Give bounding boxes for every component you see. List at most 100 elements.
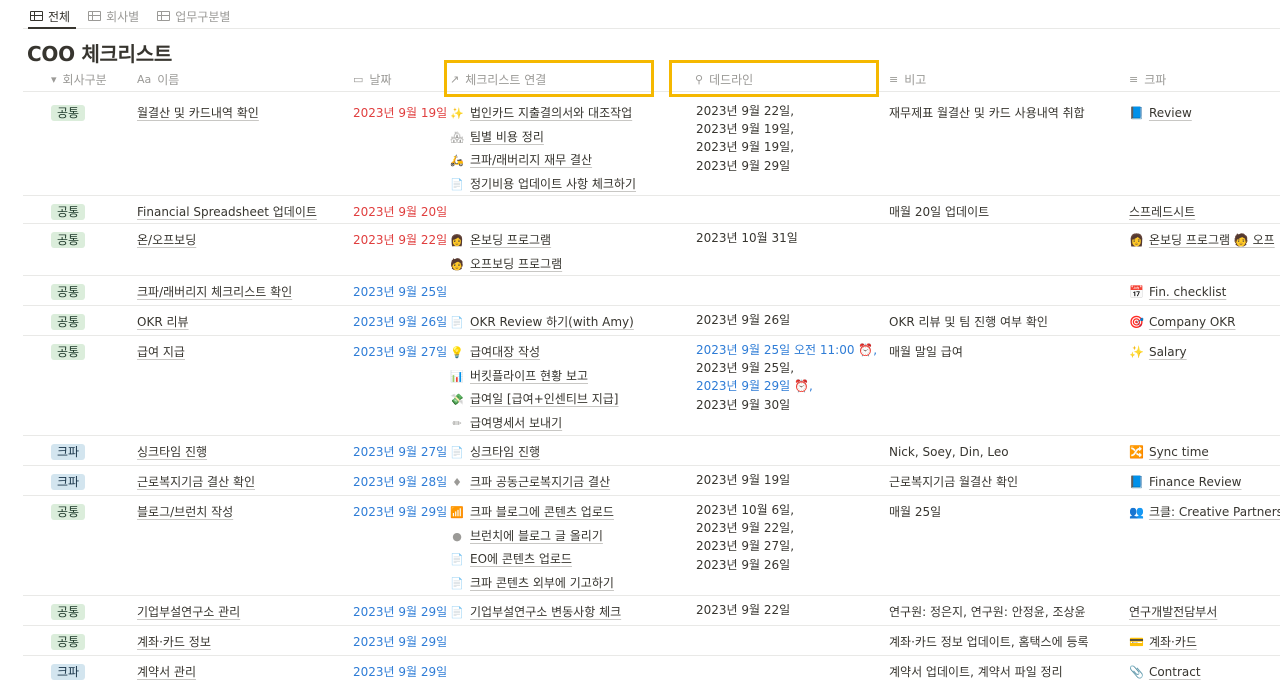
cell-kpa[interactable]: 👥 크클: Creative Partners W [1129,501,1280,525]
checklist-link-text[interactable]: EO에 콘텐츠 업로드 [470,548,572,572]
cell-name[interactable]: 기업부설연구소 관리 [137,601,240,625]
cell-name[interactable]: Financial Spreadsheet 업데이트 [137,201,317,225]
checklist-link[interactable]: ♦ 크파 공동근로복지기금 결산 [450,471,610,495]
checklist-link[interactable]: 🧑 오프보딩 프로그램 [450,253,562,277]
checklist-link[interactable]: 👩 온보딩 프로그램 [450,229,562,253]
cell-kpa[interactable]: 📘 Finance Review [1129,471,1242,495]
cell-kpa[interactable]: 📎 Contract [1129,661,1201,680]
cell-kpa[interactable]: 🎯 Company OKR [1129,311,1236,335]
checklist-link[interactable]: 💸 급여일 [급여+인센티브 지급] [450,388,619,412]
checklist-link-text[interactable]: 크파 콘텐츠 외부에 기고하기 [470,572,614,596]
row-title[interactable]: 월결산 및 카드내역 확인 [137,106,259,120]
cell-kpa[interactable]: 🔀 Sync time [1129,441,1209,465]
row-title[interactable]: 계좌·카드 정보 [137,635,211,649]
row-title[interactable]: 기업부설연구소 관리 [137,605,240,619]
cell-kpa[interactable]: 📅 Fin. checklist [1129,281,1226,305]
table-row[interactable]: 공통 온/오프보딩 2023년 9월 22일 👩 온보딩 프로그램 🧑 오프보딩 프로그램 2… [23,224,1280,276]
column-header-note[interactable]: ≡ 비고 [889,71,926,88]
table-row[interactable]: 공통 급여 지급 2023년 9월 27일 💡 급여대장 작성 📊 버킷플라이프 현황 보고… [23,336,1280,436]
cell-name[interactable]: 계좌·카드 정보 [137,631,211,655]
checklist-link[interactable]: 📄 EO에 콘텐츠 업로드 [450,548,614,572]
kpa-link[interactable]: 연구개발전담부서 [1129,601,1217,625]
cell-name[interactable]: 계약서 관리 [137,661,196,680]
table-row[interactable]: 공통 OKR 리뷰 2023년 9월 26일 📄 OKR Review 하기(with … [23,306,1280,336]
row-title[interactable]: Financial Spreadsheet 업데이트 [137,205,317,219]
checklist-link-text[interactable]: 오프보딩 프로그램 [470,253,562,277]
checklist-link-text[interactable]: 법인카드 지출결의서와 대조작업 [470,102,632,126]
cell-name[interactable]: 블로그/브런치 작성 [137,501,233,525]
row-title[interactable]: 블로그/브런치 작성 [137,505,233,519]
column-header-name[interactable]: Aa 이름 [137,71,179,88]
column-header-kpa[interactable]: ≡ 크파 [1129,71,1166,88]
checklist-link[interactable]: 🏘 팀별 비용 정리 [450,126,636,150]
checklist-link-text[interactable]: 크파 블로그에 콘텐츠 업로드 [470,501,614,525]
cell-kpa[interactable]: 💳 계좌·카드 [1129,631,1197,655]
kpa-link[interactable]: Finance Review [1149,471,1242,495]
row-title[interactable]: 급여 지급 [137,345,185,359]
row-title[interactable]: 싱크타임 진행 [137,445,207,459]
table-row[interactable]: 공통 기업부설연구소 관리 2023년 9월 29일 📄 기업부설연구소 변동사항 체크… [23,596,1280,626]
checklist-link-text[interactable]: 급여대장 작성 [470,341,540,365]
checklist-link-text[interactable]: 버킷플라이프 현황 보고 [470,365,588,389]
column-header-company[interactable]: ▾ 회사구분 [51,71,107,88]
checklist-link[interactable]: ● 브런치에 블로그 글 올리기 [450,525,614,549]
tab-0[interactable]: 전체 [30,5,70,27]
kpa-link[interactable]: Sync time [1149,441,1209,465]
checklist-link[interactable]: 📊 버킷플라이프 현황 보고 [450,365,619,389]
row-title[interactable]: 근로복지기금 결산 확인 [137,475,255,489]
kpa-link[interactable]: Salary [1149,341,1187,365]
checklist-link-text[interactable]: 브런치에 블로그 글 올리기 [470,525,603,549]
checklist-link[interactable]: ✏ 급여명세서 보내기 [450,412,619,436]
kpa-link[interactable]: Fin. checklist [1149,281,1226,305]
checklist-link-text[interactable]: 정기비용 업데이트 사항 체크하기 [470,173,636,197]
cell-name[interactable]: 근로복지기금 결산 확인 [137,471,255,495]
table-row[interactable]: 크파 근로복지기금 결산 확인 2023년 9월 28일 ♦ 크파 공동근로복지기금 결… [23,466,1280,496]
checklist-link-text[interactable]: 급여일 [급여+인센티브 지급] [470,388,619,412]
checklist-link[interactable]: 📄 크파 콘텐츠 외부에 기고하기 [450,572,614,596]
checklist-link-text[interactable]: 팀별 비용 정리 [470,126,544,150]
checklist-link[interactable]: 📄 기업부설연구소 변동사항 체크 [450,601,621,625]
table-row[interactable]: 크파 싱크타임 진행 2023년 9월 27일 📄 싱크타임 진행 Nick, Soey,… [23,436,1280,466]
kpa-link[interactable]: 온보딩 프로그램 🧑 오프 [1149,229,1275,253]
cell-kpa[interactable]: 연구개발전담부서 [1129,601,1217,625]
column-header-date[interactable]: ▭ 날짜 [353,71,392,88]
kpa-link[interactable]: Company OKR [1149,311,1236,335]
table-row[interactable]: 공통 Financial Spreadsheet 업데이트 2023년 9월 20일… [23,196,1280,224]
cell-name[interactable]: 온/오프보딩 [137,229,196,253]
table-row[interactable]: 크파 계약서 관리 2023년 9월 29일 계약서 업데이트, 계약서 파일 정리 📎… [23,656,1280,680]
cell-name[interactable]: 크파/래버리지 체크리스트 확인 [137,281,292,305]
checklist-link-text[interactable]: 온보딩 프로그램 [470,229,551,253]
checklist-link-text[interactable]: OKR Review 하기(with Amy) [470,311,634,335]
row-title[interactable]: 계약서 관리 [137,665,196,679]
table-row[interactable]: 공통 블로그/브런치 작성 2023년 9월 29일 📶 크파 블로그에 콘텐츠 업로드… [23,496,1280,596]
tab-1[interactable]: 회사별 [88,5,139,27]
column-header-checklist[interactable]: ↗ 체크리스트 연결 [450,71,546,88]
checklist-link-text[interactable]: 싱크타임 진행 [470,441,540,465]
row-title[interactable]: 온/오프보딩 [137,233,196,247]
checklist-link-text[interactable]: 급여명세서 보내기 [470,412,562,436]
kpa-link[interactable]: 크클: Creative Partners W [1149,501,1280,525]
table-row[interactable]: 공통 계좌·카드 정보 2023년 9월 29일 계좌·카드 정보 업데이트, 홈택스… [23,626,1280,656]
checklist-link[interactable]: 📶 크파 블로그에 콘텐츠 업로드 [450,501,614,525]
checklist-link-text[interactable]: 기업부설연구소 변동사항 체크 [470,601,621,625]
row-title[interactable]: OKR 리뷰 [137,315,189,329]
cell-name[interactable]: 급여 지급 [137,341,185,365]
kpa-link[interactable]: 계좌·카드 [1149,631,1197,655]
cell-kpa[interactable]: ✨ Salary [1129,341,1187,365]
kpa-link[interactable]: 스프레드시트 [1129,201,1195,225]
cell-name[interactable]: 싱크타임 진행 [137,441,207,465]
cell-name[interactable]: 월결산 및 카드내역 확인 [137,102,259,126]
cell-name[interactable]: OKR 리뷰 [137,311,189,335]
checklist-link-text[interactable]: 크파/래버리지 재무 결산 [470,149,592,173]
kpa-link[interactable]: Review [1149,102,1192,126]
kpa-link[interactable]: Contract [1149,661,1201,680]
checklist-link[interactable]: 📄 정기비용 업데이트 사항 체크하기 [450,173,636,197]
column-header-deadline[interactable]: ⚲ 데드라인 [695,71,753,88]
checklist-link[interactable]: 💡 급여대장 작성 [450,341,619,365]
checklist-link[interactable]: 📄 OKR Review 하기(with Amy) [450,311,634,335]
checklist-link[interactable]: ✨ 법인카드 지출결의서와 대조작업 [450,102,636,126]
row-title[interactable]: 크파/래버리지 체크리스트 확인 [137,285,292,299]
checklist-link[interactable]: 📄 싱크타임 진행 [450,441,540,465]
table-row[interactable]: 공통 월결산 및 카드내역 확인 2023년 9월 19일 ✨ 법인카드 지출결의서와 … [23,97,1280,196]
checklist-link-text[interactable]: 크파 공동근로복지기금 결산 [470,471,610,495]
